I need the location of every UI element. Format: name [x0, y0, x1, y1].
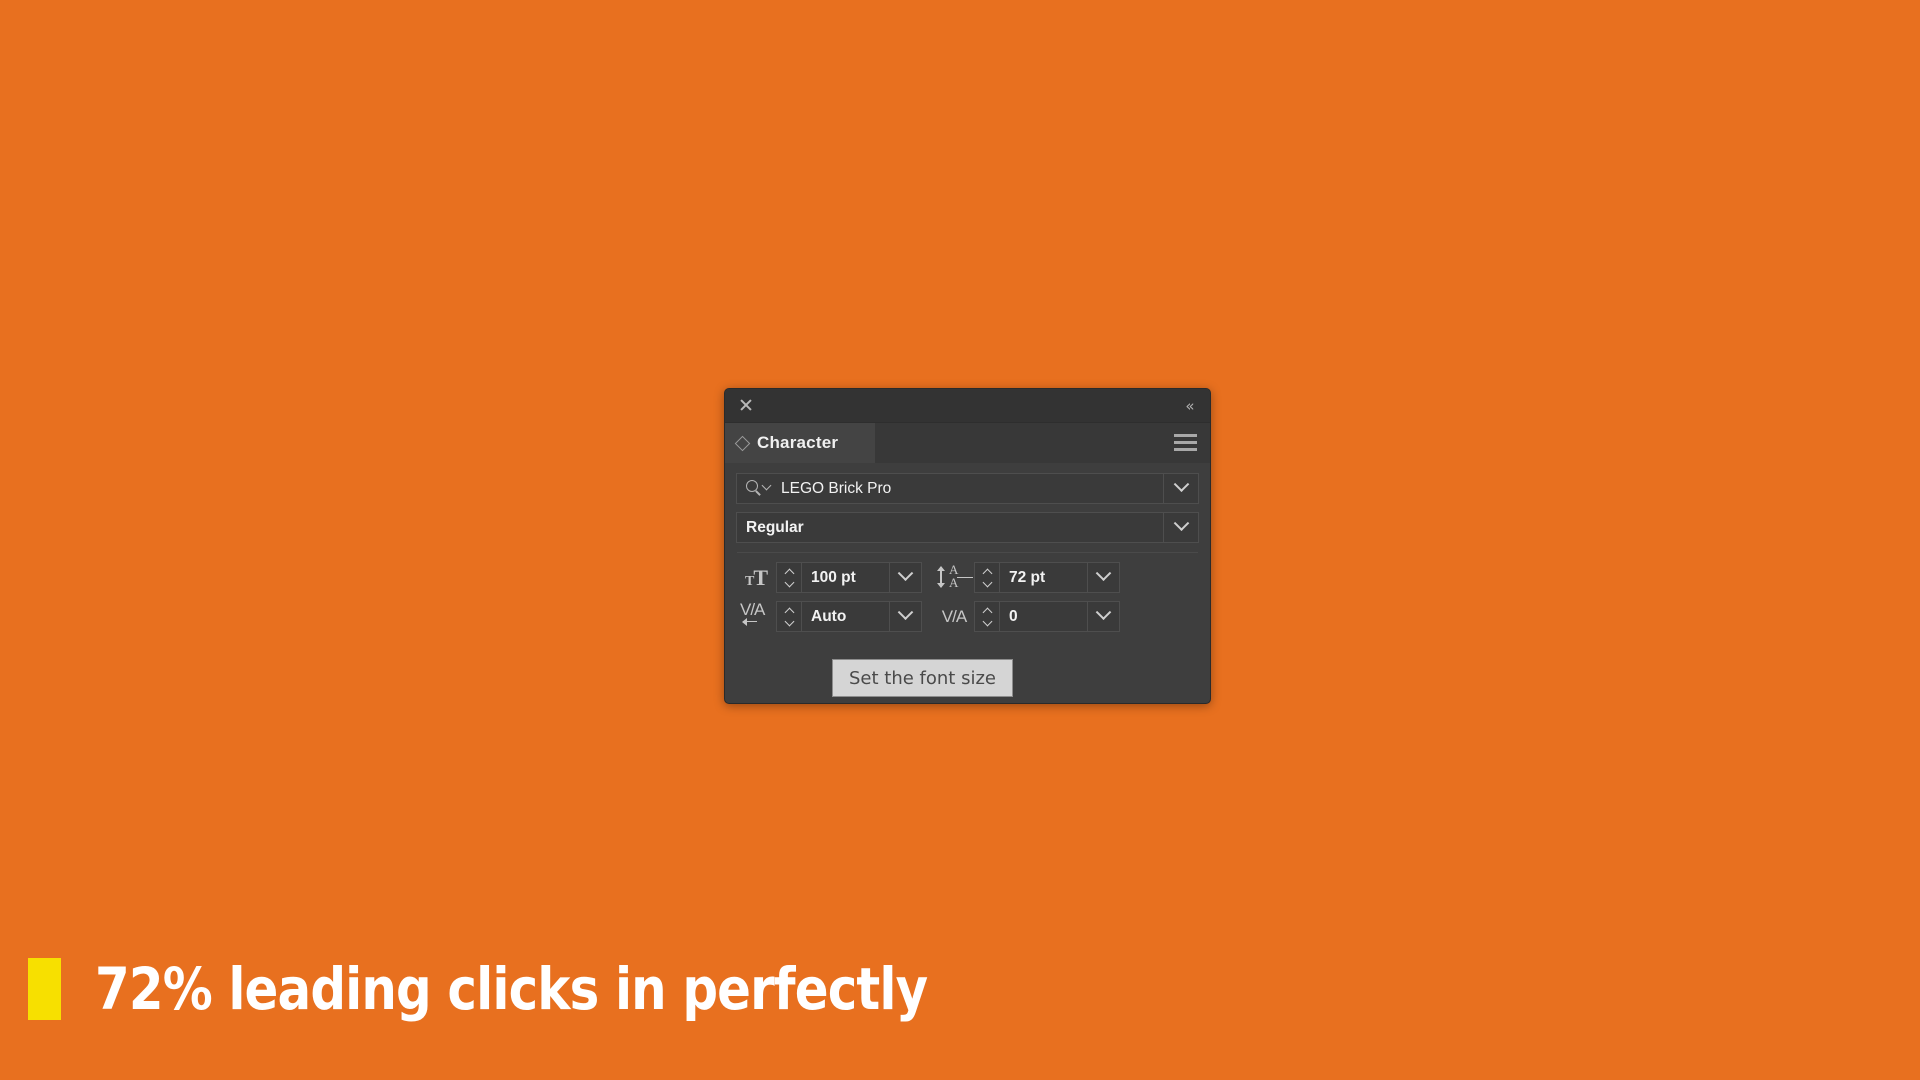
kerning-icon-glyph: V/A	[740, 599, 765, 619]
hamburger-line	[1174, 434, 1197, 437]
leading-input[interactable]: 72 pt	[999, 562, 1087, 593]
font-family-combo[interactable]: LEGO Brick Pro	[736, 473, 1199, 504]
size-leading-row: TT 100 pt A A 72 pt	[736, 562, 1199, 593]
stepper-down-icon[interactable]	[785, 581, 794, 586]
font-style-row: Regular	[736, 512, 1199, 543]
font-size-dropdown-chevron-down-icon[interactable]	[889, 562, 922, 593]
font-family-input[interactable]: LEGO Brick Pro	[736, 473, 1163, 504]
font-size-input[interactable]: 100 pt	[801, 562, 889, 593]
tracking-dropdown-chevron-down-icon[interactable]	[1087, 601, 1120, 632]
kerning-stepper[interactable]	[776, 601, 801, 632]
caption-text: 72% leading clicks in perfectly	[95, 955, 928, 1023]
font-family-value: LEGO Brick Pro	[781, 479, 892, 497]
kerning-tracking-row: V/A Auto V/A 0	[736, 601, 1199, 632]
font-style-value: Regular	[746, 518, 804, 536]
divider	[737, 552, 1198, 553]
kerning-dropdown-chevron-down-icon[interactable]	[889, 601, 922, 632]
panel-body: LEGO Brick Pro Regular TT 100 pt A A 72 …	[725, 463, 1210, 632]
close-icon[interactable]	[735, 394, 757, 416]
tracking-icon: V/A	[934, 601, 974, 632]
font-size-icon: TT	[736, 562, 776, 593]
stepper-down-icon[interactable]	[785, 620, 794, 625]
font-style-combo[interactable]: Regular	[736, 512, 1199, 543]
tracking-group: V/A 0	[934, 601, 1120, 632]
leading-icon: A A	[934, 562, 974, 593]
stepper-up-icon[interactable]	[785, 570, 794, 575]
kerning-group: V/A Auto	[736, 601, 922, 632]
font-style-dropdown-chevron-down-icon[interactable]	[1163, 512, 1199, 543]
character-panel: « Character LEGO Brick Pro Regular TT 10…	[724, 388, 1211, 704]
font-size-icon-large-t: T	[753, 564, 768, 590]
leading-stepper[interactable]	[974, 562, 999, 593]
font-family-row: LEGO Brick Pro	[736, 473, 1199, 504]
leading-icon-glyph-top: A	[949, 561, 959, 577]
tooltip: Set the font size	[832, 659, 1013, 697]
panel-tabstrip: Character	[725, 423, 1210, 463]
kerning-input[interactable]: Auto	[801, 601, 889, 632]
stepper-down-icon[interactable]	[983, 581, 992, 586]
font-size-stepper[interactable]	[776, 562, 801, 593]
collapse-double-chevron-icon[interactable]: «	[1179, 397, 1199, 415]
tracking-input[interactable]: 0	[999, 601, 1087, 632]
hamburger-line	[1174, 441, 1197, 444]
font-style-input[interactable]: Regular	[736, 512, 1163, 543]
hamburger-line	[1174, 448, 1197, 451]
stepper-up-icon[interactable]	[785, 609, 794, 614]
caption: 72% leading clicks in perfectly	[28, 955, 1063, 1023]
panel-titlebar: «	[725, 389, 1210, 423]
search-icon[interactable]	[746, 479, 776, 499]
tab-character[interactable]: Character	[725, 423, 875, 463]
caption-marker	[28, 958, 61, 1020]
stepper-up-icon[interactable]	[983, 570, 992, 575]
hamburger-menu-icon[interactable]	[1174, 434, 1197, 451]
leading-group: A A 72 pt	[934, 562, 1120, 593]
kerning-icon: V/A	[736, 601, 776, 632]
leading-icon-glyph-bottom: A	[949, 574, 959, 590]
leading-dropdown-chevron-down-icon[interactable]	[1087, 562, 1120, 593]
tab-character-label: Character	[757, 433, 839, 452]
stepper-up-icon[interactable]	[983, 609, 992, 614]
tracking-icon-glyph: V/A	[941, 606, 967, 626]
font-size-group: TT 100 pt	[736, 562, 922, 593]
diamond-icon	[734, 435, 751, 451]
stepper-down-icon[interactable]	[983, 620, 992, 625]
font-family-dropdown-chevron-down-icon[interactable]	[1163, 473, 1199, 504]
tracking-stepper[interactable]	[974, 601, 999, 632]
